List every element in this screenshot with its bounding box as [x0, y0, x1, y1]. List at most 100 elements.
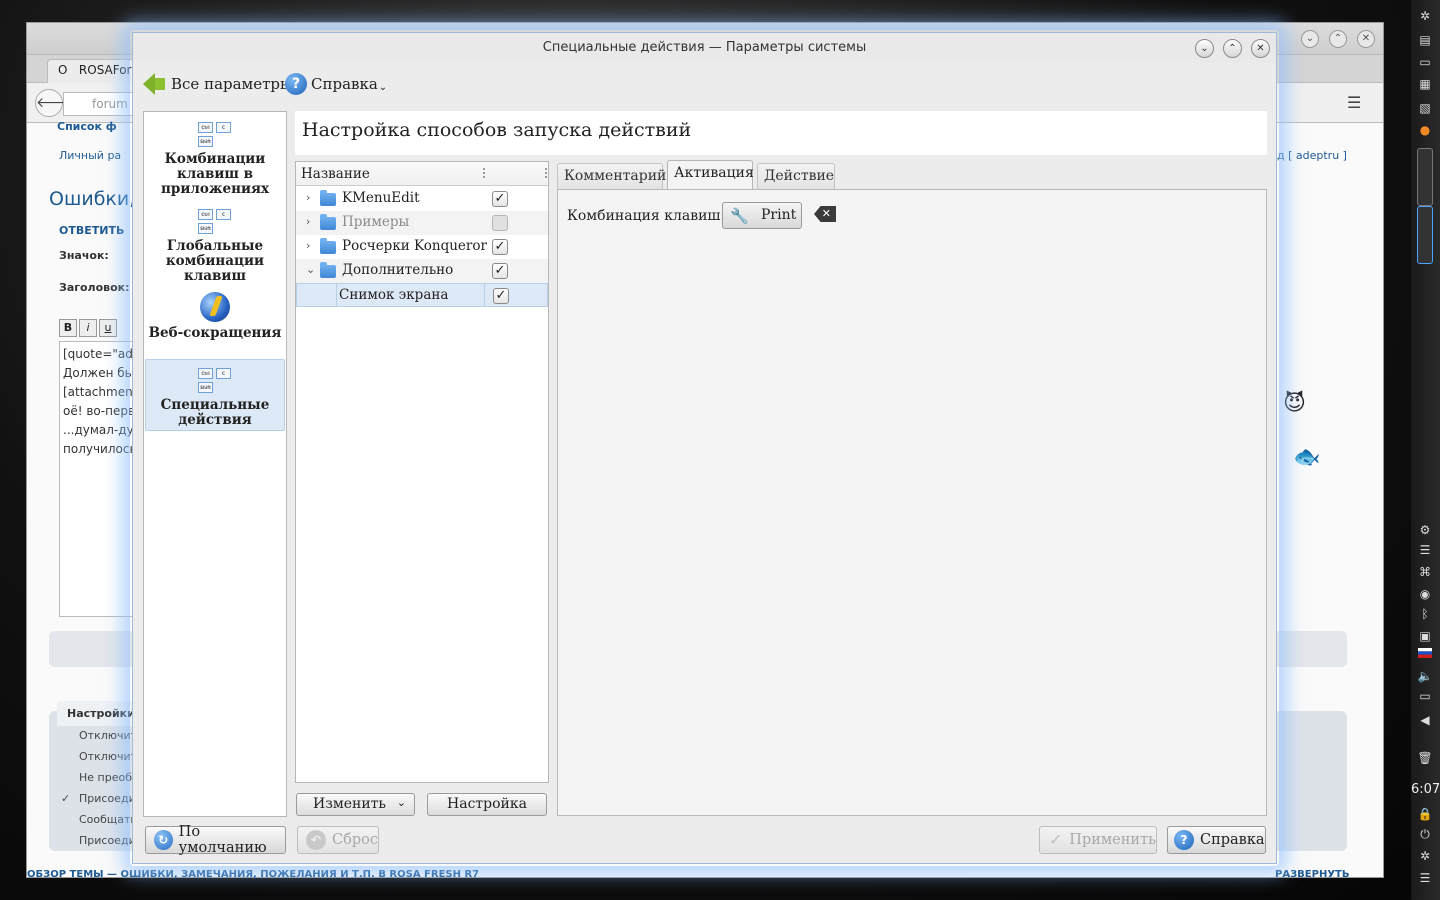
post-editor[interactable]: [quote="ade Должен бы [attachment оё! во…: [59, 341, 139, 617]
tab-comment[interactable]: Комментарий: [557, 163, 666, 189]
help-menu-button[interactable]: ? Справка ⌄: [285, 71, 387, 97]
browser-close-button[interactable]: ✕: [1357, 30, 1375, 48]
updates-icon[interactable]: ◉: [1417, 586, 1433, 602]
expand-chevron-icon[interactable]: ›: [306, 191, 310, 204]
expand-chevron-icon[interactable]: ›: [306, 239, 310, 252]
clear-shortcut-icon[interactable]: ✕: [814, 206, 836, 222]
folder-icon[interactable]: ▭: [1417, 54, 1433, 70]
edit-button-label: Изменить: [313, 796, 387, 812]
power-icon[interactable]: ⏻: [1417, 826, 1433, 842]
tree-row[interactable]: ⌄ Дополнительно ✓: [296, 259, 548, 283]
tab-activation[interactable]: Активация: [667, 160, 754, 189]
maximize-button[interactable]: ⌃: [1223, 39, 1242, 58]
column-resize-handle[interactable]: [545, 168, 547, 178]
keyboard-shortcuts-icon: Ctrl C Shift: [198, 368, 232, 394]
underline-button[interactable]: u: [99, 319, 117, 337]
collapse-chevron-icon[interactable]: ⌄: [306, 263, 315, 276]
key-c: C: [216, 209, 231, 220]
fish-smiley-icon[interactable]: 🐟: [1293, 445, 1320, 470]
option-item[interactable]: Отключит: [79, 729, 137, 742]
back-arrow-icon: [143, 73, 155, 95]
chevron-down-icon: ⌄: [378, 81, 388, 93]
firefox-icon[interactable]: ●: [1417, 122, 1433, 138]
panel-menu-icon[interactable]: ☰: [1417, 870, 1433, 886]
reply-label[interactable]: ОТВЕТИТЬ: [59, 224, 124, 237]
back-arrow-icon[interactable]: 🡐: [35, 89, 74, 117]
panel-settings-icon[interactable]: ✲: [1417, 848, 1433, 864]
task-list-icon[interactable]: ☰: [1417, 542, 1433, 558]
tab-action[interactable]: Действие: [757, 163, 835, 189]
category-global-shortcuts[interactable]: Ctrl C Shift Глобальные комбинации клави…: [145, 209, 285, 284]
browser-minimize-button[interactable]: ⌄: [1301, 30, 1319, 48]
column-resize-handle[interactable]: [483, 168, 485, 178]
bottom-breadcrumb[interactable]: ОБЗОР ТЕМЫ — ОШИБКИ, ЗАМЕЧАНИЯ, ПОЖЕЛАНИ…: [27, 869, 479, 880]
category-special-actions[interactable]: Ctrl C Shift Специальные действия: [145, 359, 285, 431]
close-button[interactable]: ✕: [1251, 39, 1270, 58]
tree-row-selected[interactable]: Снимок экрана ✓: [296, 283, 548, 307]
settings-gear-icon[interactable]: ⚙: [1417, 522, 1433, 538]
topic-heading: Ошибки,: [49, 188, 136, 210]
category-web-shortcuts[interactable]: Веб-сокращения: [145, 292, 285, 341]
pager-desktop-1[interactable]: [1417, 148, 1433, 206]
expand-chevron-icon[interactable]: ›: [306, 215, 310, 228]
pager-desktop-2[interactable]: [1417, 206, 1433, 264]
enabled-checkbox[interactable]: ✓: [492, 239, 508, 255]
volume-icon[interactable]: 🔈: [1417, 668, 1433, 684]
web-globe-icon: [200, 292, 230, 322]
all-settings-button[interactable]: Все параметры: [143, 71, 292, 97]
tree-row[interactable]: › Росчерки Konqueror ✓: [296, 235, 548, 259]
settings-button[interactable]: Настройка: [427, 793, 547, 816]
calendar-icon[interactable]: ▦: [1417, 76, 1433, 92]
help-button[interactable]: ? Справка: [1167, 826, 1266, 854]
lock-icon[interactable]: 🔒: [1417, 806, 1433, 822]
private-messages-link[interactable]: Личный ра: [59, 149, 121, 162]
notes-icon[interactable]: ▧: [1417, 100, 1433, 116]
kde-menu-icon[interactable]: ✲: [1417, 8, 1433, 24]
language-flag-icon[interactable]: [1418, 648, 1432, 658]
shortcut-button[interactable]: 🔧 Print: [722, 202, 802, 229]
expand-link[interactable]: РАЗВЕРНУТЬ: [1275, 869, 1349, 880]
tree-row[interactable]: › KMenuEdit ✓: [296, 187, 548, 211]
user-link[interactable]: д [ adeptru ]: [1277, 149, 1347, 162]
enabled-checkbox[interactable]: ✓: [492, 263, 508, 279]
trash-icon[interactable]: 🗑: [1417, 750, 1433, 766]
option-item[interactable]: Отключит: [79, 750, 137, 763]
enabled-checkbox[interactable]: ✓: [492, 191, 508, 207]
bluetooth-icon[interactable]: ᛒ: [1417, 606, 1433, 622]
activation-panel: Комбинация клавиш: 🔧 Print ✕: [557, 189, 1267, 816]
key-c: C: [216, 368, 231, 379]
enabled-checkbox[interactable]: [492, 215, 508, 231]
device-notifier-icon[interactable]: ▭: [1417, 688, 1433, 704]
option-item[interactable]: Присоеди: [79, 792, 136, 805]
clock[interactable]: 6:07: [1411, 782, 1440, 797]
file-manager-icon[interactable]: ▤: [1417, 32, 1433, 48]
option-item[interactable]: Сообщать: [79, 813, 137, 826]
forum-list-link[interactable]: Список ф: [57, 120, 117, 133]
tree-header: Название: [296, 162, 548, 186]
enabled-checkbox[interactable]: ✓: [493, 288, 509, 304]
apply-button[interactable]: ✓ Применить: [1039, 826, 1157, 854]
clipboard-icon[interactable]: ▣: [1417, 628, 1433, 644]
reset-icon: ↶: [306, 830, 326, 850]
option-item[interactable]: Присоеди: [79, 834, 136, 847]
italic-button[interactable]: i: [79, 319, 97, 337]
category-list: Ctrl C Shift Комбинации клавиш в приложе…: [143, 111, 287, 817]
subject-field-label: Заголовок:: [59, 281, 130, 294]
folder-icon: [320, 214, 336, 230]
browser-maximize-button[interactable]: ⌃: [1329, 30, 1347, 48]
hamburger-menu-icon[interactable]: ☰: [1347, 93, 1361, 112]
bold-button[interactable]: B: [59, 319, 77, 337]
reset-button[interactable]: ↶ Сброс: [297, 826, 379, 854]
key-shift: Shift: [198, 136, 213, 147]
key-c: C: [216, 122, 231, 133]
category-app-shortcuts[interactable]: Ctrl C Shift Комбинации клавиш в приложе…: [145, 122, 285, 197]
edit-button[interactable]: Изменить ⌄: [296, 793, 415, 816]
tree-row-label: Примеры: [342, 214, 410, 230]
minimize-button[interactable]: ⌄: [1195, 39, 1214, 58]
defaults-button[interactable]: ↻ По умолчанию: [145, 824, 286, 856]
column-name-header[interactable]: Название: [301, 166, 370, 182]
devil-smiley-icon[interactable]: 😈: [1283, 391, 1306, 416]
network-icon[interactable]: ⌘: [1417, 564, 1433, 580]
tree-row[interactable]: › Примеры: [296, 211, 548, 235]
collapse-arrow-icon[interactable]: ◀: [1417, 712, 1433, 728]
